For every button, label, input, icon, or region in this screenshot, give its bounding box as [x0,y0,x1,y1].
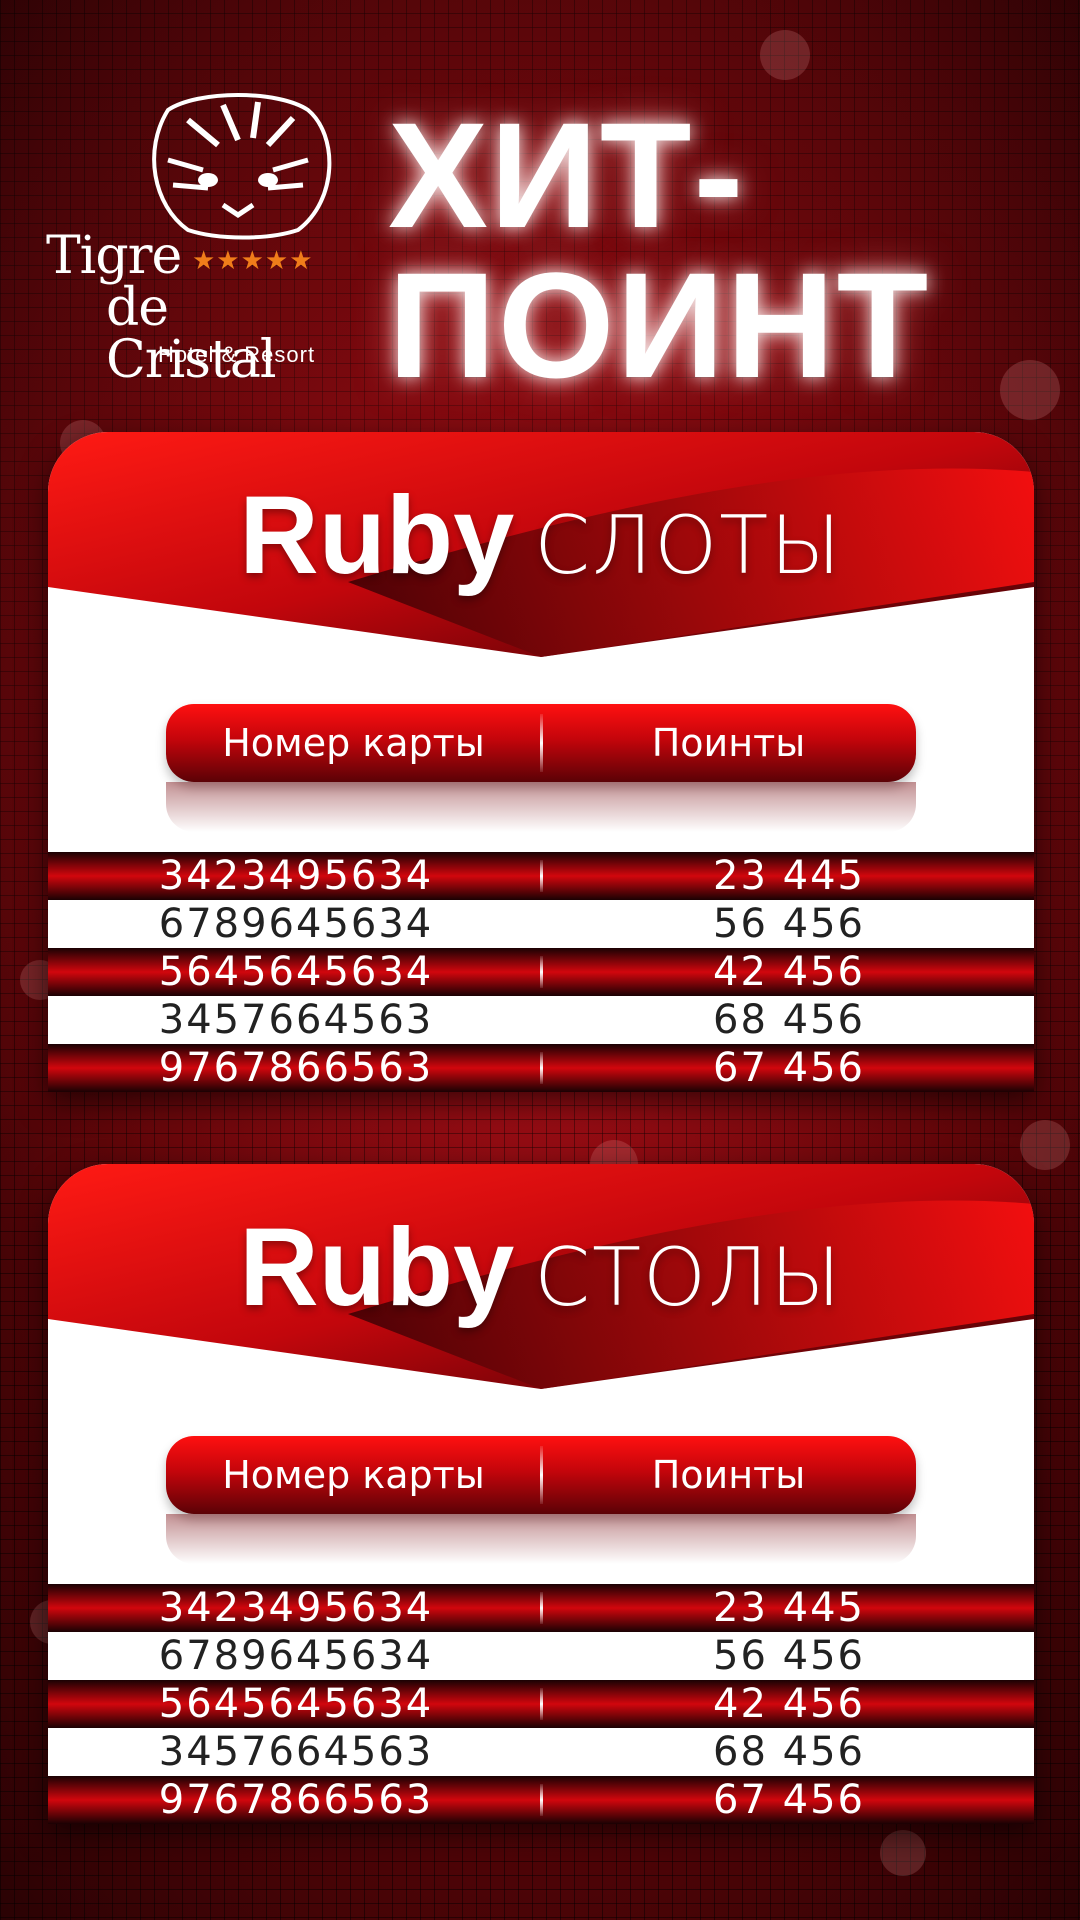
points-value: 56 456 [713,901,865,947]
card-number: 5645645634 [158,1681,434,1727]
row-divider [540,1052,543,1084]
points-value: 42 456 [713,1681,865,1727]
points-value: 67 456 [713,1777,865,1823]
brand-logo: Tigre ★★★★★ de Cristal Hotel & Resort [40,90,340,386]
card-number: 6789645634 [158,901,434,947]
panel-brand: Ruby [239,474,515,597]
leaderboard-panel-tables: Ruby СТОЛЫ Номер карты Поинты 3423495634 … [48,1164,1034,1824]
points-value: 23 445 [713,1585,865,1631]
panel-brand: Ruby [239,1206,515,1329]
table-row: 6789645634 56 456 [48,1632,1034,1680]
table-row: 9767866563 67 456 [48,1776,1034,1824]
page-title: ХИТ- ПОИНТ [388,100,1068,400]
panel-title: Ruby СТОЛЫ [48,1204,1034,1331]
column-header: Номер карты Поинты [166,1436,916,1514]
row-divider [540,860,543,892]
row-divider [540,956,543,988]
table-row: 9767866563 67 456 [48,1044,1034,1092]
card-number: 3423495634 [158,1585,434,1631]
card-number: 6789645634 [158,1633,434,1679]
table-row: 3457664563 68 456 [48,1728,1034,1776]
row-divider [540,1592,543,1624]
page-title-line2: ПОИНТ [388,241,931,409]
table-row: 5645645634 42 456 [48,1680,1034,1728]
column-header-card: Номер карты [222,721,485,765]
column-header-card: Номер карты [222,1453,485,1497]
points-value: 68 456 [713,997,865,1043]
table-row: 3457664563 68 456 [48,996,1034,1044]
tiger-head-icon [152,93,332,240]
row-divider [540,1688,543,1720]
column-header-reflection [166,782,916,832]
card-number: 9767866563 [158,1045,434,1091]
points-value: 68 456 [713,1729,865,1775]
panel-title: Ruby СЛОТЫ [48,472,1034,599]
score-table: 3423495634 23 445 6789645634 56 456 5645… [48,852,1034,1092]
panel-kind: СТОЛЫ [534,1231,843,1324]
card-number: 5645645634 [158,949,434,995]
row-divider [540,1784,543,1816]
table-row: 5645645634 42 456 [48,948,1034,996]
panel-header: Ruby СТОЛЫ [48,1164,1034,1394]
points-value: 56 456 [713,1633,865,1679]
score-table: 3423495634 23 445 6789645634 56 456 5645… [48,1584,1034,1824]
page-title-line1: ХИТ- [388,91,746,259]
card-number: 3457664563 [158,1729,434,1775]
logo-subtitle: Hotel & Resort [158,342,316,367]
points-value: 42 456 [713,949,865,995]
logo-name-line2: de Cristal [106,278,277,390]
column-header-points: Поинты [651,721,806,765]
column-header-points: Поинты [651,1453,806,1497]
panel-kind: СЛОТЫ [534,499,843,592]
card-number: 9767866563 [158,1777,434,1823]
panel-header: Ruby СЛОТЫ [48,432,1034,662]
leaderboard-panel-slots: Ruby СЛОТЫ Номер карты Поинты 3423495634 … [48,432,1034,1092]
table-row: 3423495634 23 445 [48,1584,1034,1632]
card-number: 3423495634 [158,853,434,899]
table-row: 6789645634 56 456 [48,900,1034,948]
rating-stars: ★★★★★ [192,246,314,276]
points-value: 67 456 [713,1045,865,1091]
table-row: 3423495634 23 445 [48,852,1034,900]
card-number: 3457664563 [158,997,434,1043]
points-value: 23 445 [713,853,865,899]
column-header: Номер карты Поинты [166,704,916,782]
logo-name-line1: Tigre [46,226,182,286]
column-header-reflection [166,1514,916,1564]
